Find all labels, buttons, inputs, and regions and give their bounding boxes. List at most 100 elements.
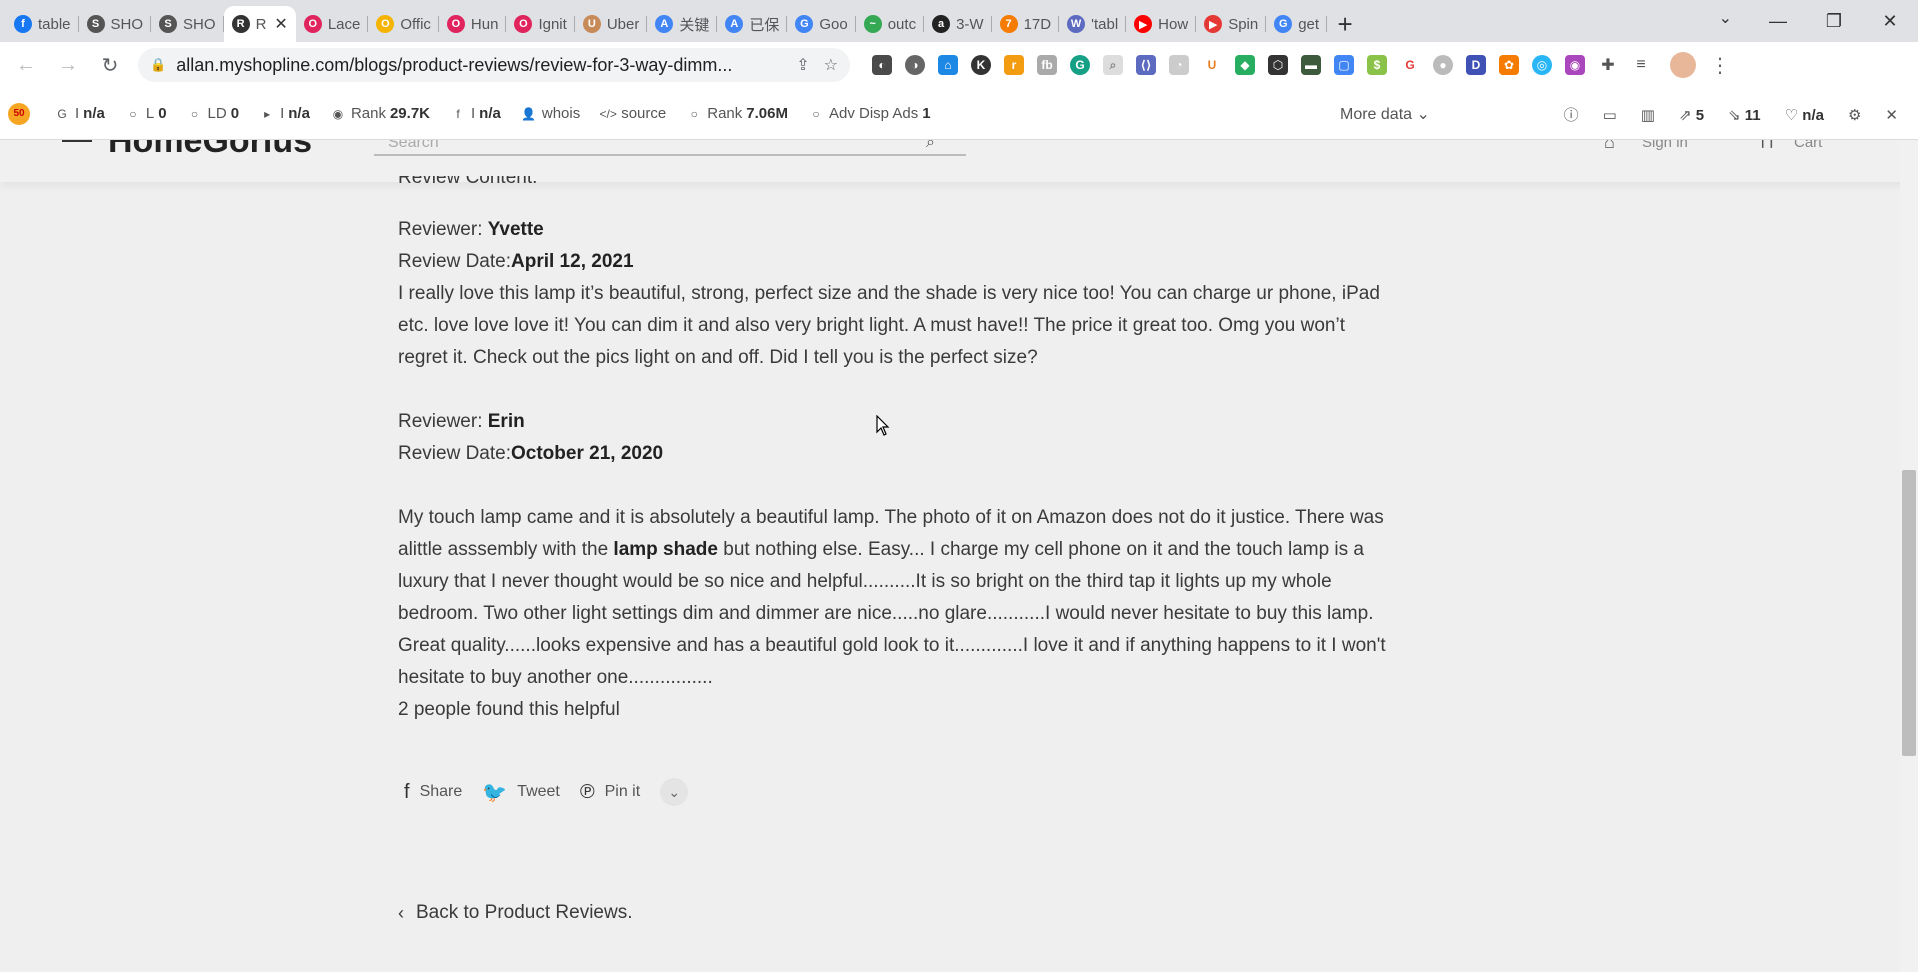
density-icon[interactable]: ▭ [1603,106,1617,124]
browser-tab[interactable]: a 3-W [924,6,992,42]
browser-tab[interactable]: W 'tabl [1059,6,1127,42]
reading-list-icon[interactable]: ≡ [1631,55,1651,75]
cart-link[interactable]: Cart [1794,140,1822,151]
lock-icon[interactable]: 🔒 [150,57,166,73]
close-toolbar-icon[interactable]: ✕ [1885,106,1898,124]
browser-tab[interactable]: G Goo [787,6,857,42]
extension-icon[interactable]: ⬡ [1268,55,1288,75]
forward-arrow-icon[interactable]: → [50,47,86,83]
stats-icon[interactable]: ▥ [1641,106,1655,124]
tab-label: Spin [1228,15,1259,33]
reload-icon[interactable]: ↻ [92,47,128,83]
back-to-reviews-link[interactable]: ‹ Back to Product Reviews. [398,902,632,924]
profile-avatar[interactable] [1670,52,1696,78]
back-arrow-icon[interactable]: ← [8,47,44,83]
grammarly-icon[interactable]: G [1070,55,1090,75]
internal-links-icon[interactable]: ⇘ 11 [1728,106,1761,124]
bookmark-star-icon[interactable]: ☆ [824,55,838,75]
close-window-button[interactable]: ✕ [1862,11,1918,32]
browser-tab[interactable]: Gget [1266,6,1327,42]
maximize-button[interactable]: ❐ [1806,11,1862,32]
seo-metric[interactable]: ○ Rank 7.06M [686,105,788,122]
account-icon[interactable]: ⌂ [1604,140,1615,153]
search-icon[interactable]: ⌕ [926,140,935,152]
extension-icon[interactable]: ▬ [1301,55,1321,75]
puzzle-extensions-icon[interactable]: ✚ [1598,55,1618,75]
settings-gear-icon[interactable]: ⚙ [1848,106,1861,124]
url-text[interactable]: allan.myshopline.com/blogs/product-revie… [176,55,782,76]
seoquake-logo-icon[interactable]: 50 [8,102,30,125]
seo-metric[interactable]: </> source [600,105,667,122]
browser-tab[interactable]: R R ✕ [223,6,296,42]
health-icon[interactable]: ♡ n/a [1785,106,1824,124]
extension-icon[interactable]: D [1466,55,1486,75]
seo-metric[interactable]: ○ Adv Disp Ads 1 [808,105,931,122]
page-scrollbar-thumb[interactable] [1902,470,1916,756]
more-share-chevron-icon[interactable]: ⌄ [660,778,689,806]
browser-tab[interactable]: f table [6,6,79,42]
lamp-shade-link[interactable]: lamp shade [613,539,718,560]
extension-icon[interactable]: ◔ [1169,55,1189,75]
site-logo[interactable]: HomeGorius [108,140,312,161]
extension-icon[interactable]: U [1202,55,1222,75]
extension-icon[interactable]: ⌕ [1103,55,1123,75]
extension-icon[interactable]: $ [1367,55,1387,75]
extension-icon[interactable]: ◑ [905,55,925,75]
seo-metric[interactable]: ▸ In/a [259,105,310,122]
sign-in-link[interactable]: Sign in [1642,140,1688,151]
extension-icon[interactable]: ● [1433,55,1453,75]
tab-close-icon[interactable]: ✕ [274,14,287,34]
seo-metric[interactable]: f In/a [450,105,501,122]
browser-tab[interactable]: ▶ How [1126,6,1197,42]
browser-tab[interactable]: S SHO [151,6,224,42]
browser-tab[interactable]: O Hun [439,6,507,42]
browser-tab[interactable]: ~ outc [856,6,925,42]
extension-icon[interactable]: G [1400,55,1420,75]
share-page-icon[interactable]: ⇪ [796,55,809,75]
pinterest-share-button[interactable]: ℗ Pin it [580,781,640,804]
seo-metric[interactable]: ○ LD 0 [187,105,239,122]
extension-icon[interactable]: ✿ [1499,55,1519,75]
extension-icon[interactable]: ◐ [872,55,892,75]
more-data-dropdown[interactable]: More data ⌄ [1340,104,1430,124]
facebook-share-button[interactable]: f Share [404,781,462,804]
browser-tab[interactable]: 7 17D [992,6,1060,42]
extension-icon[interactable]: ⌂ [938,55,958,75]
cart-icon[interactable]: ⊓ [1760,140,1774,153]
redirect-extension-icon[interactable]: r [1004,55,1024,75]
seo-metric[interactable]: ◉ Rank 29.7K [330,105,430,122]
new-tab-button[interactable]: + [1327,6,1363,42]
browser-tab[interactable]: A 关键 [647,6,718,42]
info-icon[interactable]: ⓘ [1564,104,1579,125]
extension-icon[interactable]: fb [1037,55,1057,75]
extension-icon[interactable]: ◆ [1235,55,1255,75]
browser-tab[interactable]: O Lace [296,6,369,42]
review-text: etc. love love love it! You can dim it a… [398,315,1345,336]
tab-search-icon[interactable]: ⌄ [1719,8,1732,28]
extension-icon[interactable]: ◎ [1532,55,1552,75]
extension-icon[interactable]: ◉ [1565,55,1585,75]
twitter-share-button[interactable]: 🐦 Tweet [482,780,560,805]
seo-metric-value: 7.06M [746,105,788,122]
extension-icon[interactable]: K [971,55,991,75]
browser-tab[interactable]: U Uber [575,6,648,42]
search-input[interactable]: Search [388,140,439,152]
seo-metric-value: 1 [922,105,931,122]
seo-metric[interactable]: G In/a [54,105,105,122]
browser-tab[interactable]: O Ignit [506,6,576,42]
seo-metric[interactable]: ○ L 0 [125,105,166,122]
browser-tab[interactable]: S SHO [79,6,152,42]
extension-icon[interactable]: ⟨⟩ [1136,55,1156,75]
address-bar[interactable]: 🔒 allan.myshopline.com/blogs/product-rev… [138,48,850,82]
browser-tab[interactable]: O Offic [368,6,439,42]
minimize-button[interactable]: — [1750,11,1806,32]
browser-tab[interactable]: ▶ Spin [1196,6,1267,42]
browser-menu-icon[interactable]: ⋮ [1710,53,1730,78]
site-header: HomeGorius Search ⌕ ⌂ Sign in ⊓ Cart [0,140,1918,182]
seo-metric[interactable]: 👤 whois [521,105,580,122]
hamburger-menu-icon[interactable] [62,140,92,142]
extension-icon[interactable]: ▢ [1334,55,1354,75]
external-links-icon[interactable]: ⇗ 5 [1679,106,1704,124]
browser-tab[interactable]: A 已保 [717,6,788,42]
